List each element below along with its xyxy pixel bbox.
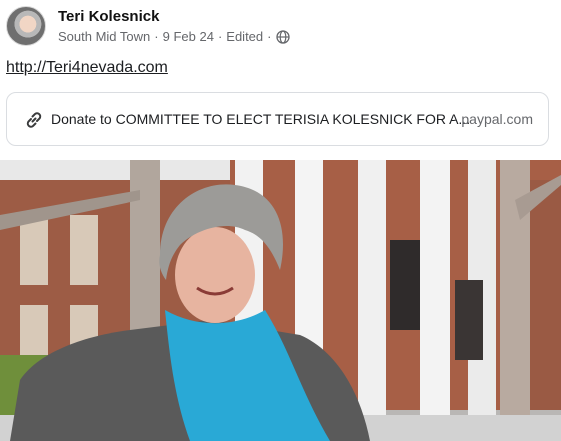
meta-separator: · — [267, 29, 272, 44]
post-photo[interactable] — [0, 160, 561, 441]
preview-domain: · paypal.com — [452, 111, 533, 127]
meta-separator: · — [154, 29, 159, 44]
avatar[interactable] — [6, 6, 46, 46]
link-icon — [23, 109, 45, 131]
post-link[interactable]: http://Teri4nevada.com — [6, 59, 168, 77]
edited-label[interactable]: Edited — [226, 29, 263, 44]
post-header: Teri Kolesnick South Mid Town · 9 Feb 24… — [6, 6, 546, 46]
location-text[interactable]: South Mid Town — [58, 29, 150, 44]
preview-title[interactable]: Donate to COMMITTEE TO ELECT TERISIA KOL… — [51, 111, 470, 127]
post-date[interactable]: 9 Feb 24 — [163, 29, 214, 44]
meta-separator: · — [217, 29, 223, 44]
link-preview-card[interactable]: Donate to COMMITTEE TO ELECT TERISIA KOL… — [6, 92, 549, 146]
author-name[interactable]: Teri Kolesnick — [58, 8, 159, 25]
post-meta: South Mid Town · 9 Feb 24 · Edited · — [58, 29, 290, 44]
globe-icon — [275, 29, 290, 44]
